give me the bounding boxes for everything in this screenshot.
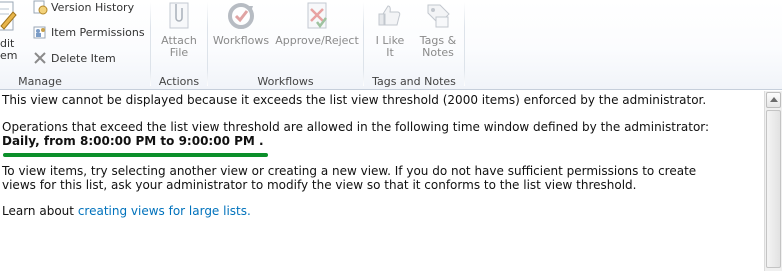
ribbon-separator (464, 2, 465, 86)
highlight-underline (3, 153, 268, 157)
scroll-up-button[interactable] (766, 92, 781, 108)
item-permissions-button[interactable]: Item Permissions (32, 21, 145, 43)
list-view-message-area: This view cannot be displayed because it… (0, 91, 764, 271)
group-label-tags-notes: Tags and Notes (372, 75, 456, 88)
approve-reject-icon (301, 0, 333, 32)
ribbon-group-tags-notes: I Like It Tags & Notes Tags and Notes (364, 0, 464, 90)
approve-reject-button[interactable]: Approve/Reject (274, 0, 360, 47)
delete-icon (32, 50, 48, 66)
group-label-manage: Manage (18, 75, 62, 88)
tags-notes-button[interactable]: Tags & Notes (414, 0, 462, 59)
item-permissions-label: Item Permissions (51, 25, 145, 39)
workflows-label: Workflows (212, 34, 270, 47)
delete-item-button[interactable]: Delete Item (32, 47, 116, 69)
group-label-actions: Actions (158, 75, 200, 88)
tags-notes-label-2: Notes (422, 46, 454, 59)
i-like-it-button[interactable]: I Like It (370, 0, 410, 59)
approve-reject-label: Approve/Reject (275, 34, 359, 47)
attach-file-label-2: File (169, 46, 189, 59)
arrow-up-icon (770, 97, 778, 102)
group-label-workflows: Workflows (257, 75, 314, 88)
scrollbar-thumb[interactable] (766, 110, 781, 268)
attach-file-button[interactable]: Attach File (159, 0, 199, 59)
learn-about-line: Learn about creating views for large lis… (2, 204, 251, 218)
ribbon: dit em Version History Item Permissions … (0, 0, 782, 90)
version-history-icon (32, 0, 48, 15)
i-like-it-label-2: It (386, 46, 394, 59)
time-window-text: Daily, from 8:00:00 PM to 9:00:00 PM . (2, 134, 264, 148)
delete-item-label: Delete Item (51, 51, 116, 65)
edit-item-icon (0, 0, 19, 32)
tag-icon (422, 0, 454, 32)
thumbs-up-icon (374, 0, 406, 32)
ribbon-group-workflows: Workflows Approve/Reject Workflows (208, 0, 363, 90)
edit-item-button[interactable]: dit em (0, 0, 20, 62)
edit-item-label-2: em (0, 49, 18, 62)
creating-views-link[interactable]: creating views for large lists. (78, 204, 251, 218)
operations-window-message: Operations that exceed the list view thr… (2, 120, 710, 134)
workflows-icon (225, 0, 257, 32)
ribbon-group-actions: Attach File Actions (151, 0, 207, 90)
ribbon-group-manage: dit em Version History Item Permissions … (0, 0, 150, 90)
version-history-button[interactable]: Version History (32, 0, 134, 18)
workflows-button[interactable]: Workflows (210, 0, 272, 47)
view-items-instructions-2: views for this list, ask your administra… (2, 178, 637, 192)
learn-about-prefix: Learn about (2, 204, 74, 218)
permissions-icon (32, 24, 48, 40)
vertical-scrollbar[interactable] (764, 91, 782, 271)
threshold-exceeded-message: This view cannot be displayed because it… (2, 93, 707, 107)
view-items-instructions-1: To view items, try selecting another vie… (2, 164, 697, 178)
paperclip-icon (163, 0, 195, 32)
version-history-label: Version History (51, 0, 135, 14)
